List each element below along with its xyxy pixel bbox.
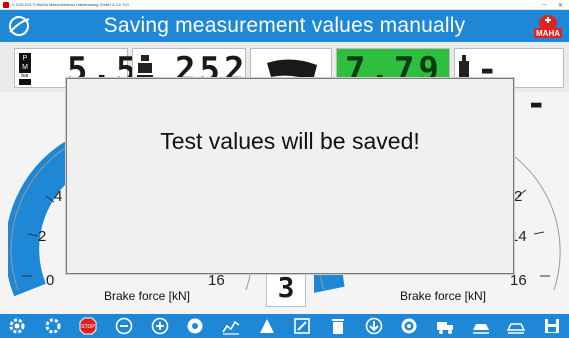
bottom-toolbar: STOP (0, 314, 569, 338)
dialog-message: Test values will be saved! (160, 128, 420, 154)
stop-button[interactable]: STOP (77, 316, 99, 336)
save-button[interactable] (541, 316, 563, 336)
zoom-out-button[interactable] (113, 316, 135, 336)
right-tick-2: 2 (514, 188, 523, 205)
svg-text:STOP: STOP (82, 324, 96, 330)
settings-alt-icon (45, 318, 61, 334)
vehicle-alt-button[interactable] (505, 316, 527, 336)
info-dialog[interactable]: Test values will be saved! (66, 78, 514, 274)
vehicle-icon (472, 324, 489, 334)
header-bar: Saving measurement values manually MAHA (0, 10, 569, 42)
minus-circle-icon (115, 317, 133, 335)
left-tick-2: 2 (38, 228, 47, 245)
left-tick-16: 16 (208, 272, 225, 289)
maha-logo: MAHA (534, 15, 562, 38)
edit-button[interactable] (291, 316, 313, 336)
pressure-unit: bar (19, 73, 31, 79)
truck-icon (436, 322, 453, 334)
pressure-label-p: P (22, 55, 28, 62)
edit-icon (294, 318, 311, 334)
brand-text: MAHA (536, 29, 560, 38)
settings-button[interactable] (6, 316, 28, 336)
left-gauge-label: Brake force [kN] (103, 289, 191, 303)
stop-icon: STOP (79, 317, 97, 335)
disc-button[interactable] (184, 316, 206, 336)
close-button[interactable]: ✕ (558, 2, 563, 9)
window-title: V 3.00.023 © MAHA Maschinenbau Haldenwan… (12, 2, 130, 7)
left-tick-4: 4 (54, 188, 63, 205)
disc-icon (187, 318, 203, 334)
settings-icon (9, 318, 25, 334)
save-icon (544, 319, 559, 333)
vehicle-button[interactable] (470, 316, 492, 336)
axle-icon (259, 319, 274, 333)
axle-button[interactable] (256, 316, 278, 336)
app-icon (3, 1, 9, 8)
chart-icon (222, 320, 240, 335)
delete-icon (331, 319, 344, 334)
plus-circle-icon (151, 317, 168, 335)
tire-icon (401, 318, 417, 334)
vehicle-alt-icon (507, 323, 526, 334)
download-icon (365, 317, 382, 335)
tire-button[interactable] (398, 316, 420, 336)
settings-alt-button[interactable] (42, 316, 64, 336)
pressure-label-m: M (22, 64, 28, 71)
pressure-label: P M bar (19, 53, 31, 85)
app-window: V 3.00.023 © MAHA Maschinenbau Haldenwan… (0, 0, 569, 338)
right-tick-16: 16 (510, 272, 527, 289)
page-title: Saving measurement values manually (103, 14, 466, 37)
truck-button[interactable] (434, 316, 456, 336)
download-button[interactable] (363, 316, 385, 336)
right-gauge-label: Brake force [kN] (399, 289, 487, 303)
left-tick-0: 0 (46, 272, 55, 289)
minimize-button[interactable]: – (543, 2, 546, 8)
maha-swirl-icon (9, 16, 30, 36)
window-titlebar: V 3.00.023 © MAHA Maschinenbau Haldenwan… (0, 0, 569, 10)
zoom-in-button[interactable] (149, 316, 171, 336)
chart-button[interactable] (220, 316, 242, 336)
delete-button[interactable] (327, 316, 349, 336)
